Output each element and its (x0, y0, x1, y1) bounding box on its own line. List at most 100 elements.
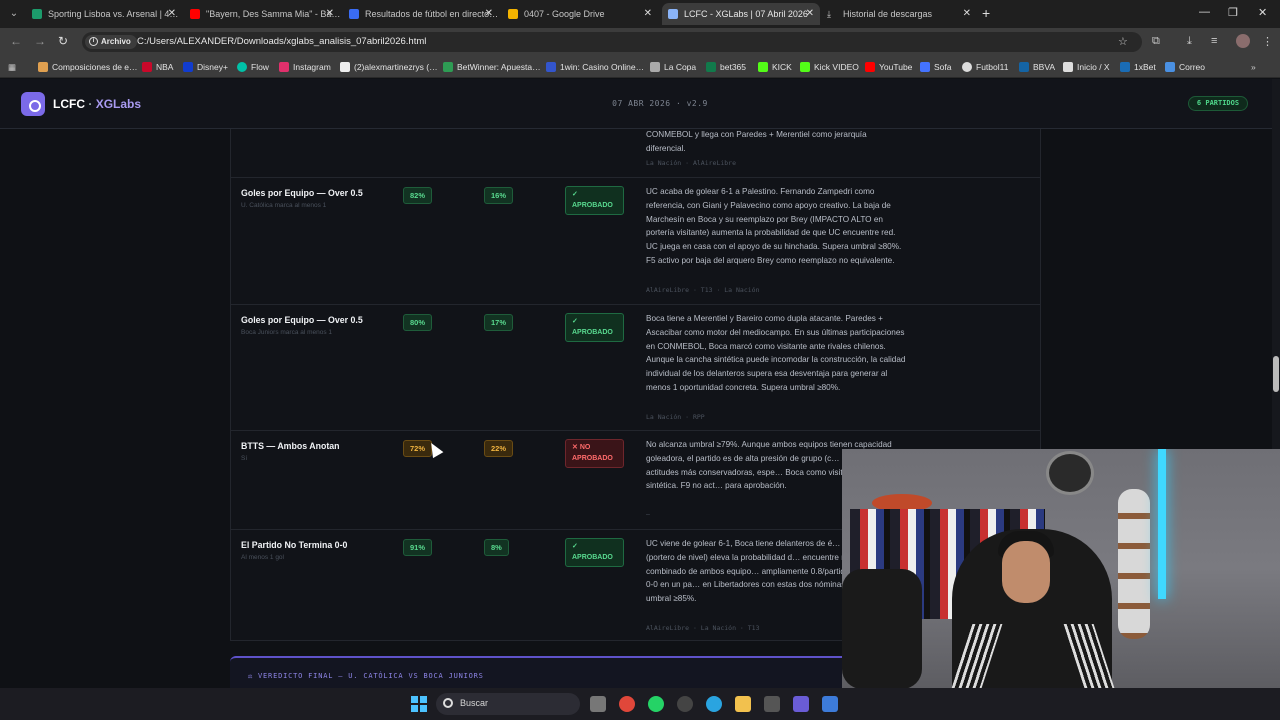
new-tab-button[interactable]: + (982, 5, 990, 21)
app-icon[interactable] (793, 696, 809, 712)
bookmark-item[interactable]: Futbol11 (962, 61, 1008, 73)
bookmark-item[interactable]: Instagram (279, 61, 331, 73)
nba-icon (142, 62, 152, 72)
bookmark-label: Sofa (934, 62, 952, 72)
bookmark-label: Kick VIDEO (814, 62, 859, 72)
tab-search-icon[interactable]: ⌄ (6, 6, 22, 22)
tab-groups-icon[interactable]: ≡ (1211, 35, 1217, 47)
bet365-icon (706, 62, 716, 72)
browser-tab[interactable]: Sporting Lisboa vs. Arsenal | 4… ✕ (26, 3, 182, 25)
apps-grid-icon[interactable]: ▦ (8, 61, 16, 73)
instagram-icon (279, 62, 289, 72)
extensions-icon[interactable]: ⧉ (1152, 35, 1160, 48)
bookmark-item[interactable]: YouTube (865, 61, 912, 73)
omnibox[interactable]: i Archivo C:/Users/ALEXANDER/Downloads/x… (82, 32, 1142, 52)
minimize-icon[interactable]: — (1199, 6, 1210, 18)
forward-icon[interactable]: → (34, 34, 46, 48)
bookmark-item[interactable]: BBVA (1019, 61, 1055, 73)
market-row: Goles por Equipo — Over 0.5 U. Católica … (231, 177, 1040, 304)
sources-text: AlAireLibre · La Nación · T13 (646, 624, 760, 632)
verdict-badge: ✓ APROBADO (565, 186, 624, 215)
bookmark-label: BetWinner: Apuesta… (457, 62, 541, 72)
file-explorer-icon[interactable] (735, 696, 751, 712)
market-row: Goles por Equipo — Over 0.5 Boca Juniors… (231, 304, 1040, 430)
bookmark-label: KICK (772, 62, 792, 72)
bookmark-item[interactable]: Inicio / X (1063, 61, 1110, 73)
obs-icon[interactable] (677, 696, 693, 712)
bookmark-label: (2)alexmartinezrys (… (354, 62, 438, 72)
bookmark-item[interactable]: bet365 (706, 61, 746, 73)
url-text[interactable]: C:/Users/ALEXANDER/Downloads/xglabs_anal… (137, 35, 426, 49)
maximize-icon[interactable]: ❐ (1228, 6, 1238, 19)
profile-avatar[interactable] (1236, 34, 1250, 48)
tab-title: Resultados de fútbol en directo… (365, 9, 499, 19)
x-icon (1063, 62, 1073, 72)
bookmark-item[interactable]: KICK (758, 61, 792, 73)
windows-start-icon[interactable] (411, 696, 427, 712)
probability-pill: 82% (403, 187, 433, 204)
close-icon[interactable]: ✕ (806, 3, 814, 25)
bookmark-star-icon[interactable]: ☆ (1118, 35, 1128, 48)
downloads-icon[interactable]: ⤓ (1187, 35, 1192, 48)
onewin-icon (546, 62, 556, 72)
flow-icon (237, 62, 247, 72)
browser-tab-active[interactable]: LCFC - XGLabs | 07 Abril 2026 ✕ (662, 3, 820, 25)
close-icon[interactable]: ✕ (644, 3, 652, 25)
bookmark-label: Futbol11 (976, 62, 1009, 72)
sofascore-icon (920, 62, 930, 72)
reload-icon[interactable]: ↻ (58, 34, 68, 48)
kick-video-icon (800, 62, 810, 72)
telegram-icon[interactable] (706, 696, 722, 712)
bookmark-item[interactable]: 1xBet (1120, 61, 1156, 73)
bookmark-item[interactable]: Disney+ (183, 61, 228, 73)
search-icon (443, 698, 453, 708)
check-icon: ✓ (572, 318, 578, 325)
bookmark-item[interactable]: NBA (142, 61, 173, 73)
bookmark-item[interactable]: Correo (1165, 61, 1205, 73)
verdict-label: APROBADO (572, 554, 613, 561)
calculator-icon[interactable] (822, 696, 838, 712)
bookmark-item[interactable]: Composiciones de e… (38, 61, 138, 73)
bookmark-item[interactable]: La Copa (650, 61, 696, 73)
bookmark-item[interactable]: 1win: Casino Online… (546, 61, 644, 73)
bookmark-label: Correo (1179, 62, 1205, 72)
menu-icon[interactable]: ⋮ (1262, 35, 1273, 48)
close-icon[interactable]: ✕ (485, 3, 493, 25)
browser-tab[interactable]: ⤓ Historial de descargas ✕ (821, 3, 977, 25)
betwinner-icon (443, 62, 453, 72)
more-bookmarks-icon[interactable]: » (1251, 61, 1256, 73)
analysis-text: Boca tiene a Merentiel y Bareiro como du… (646, 314, 906, 392)
verdict-label: NO APROBADO (572, 444, 613, 462)
chrome-icon[interactable] (619, 696, 635, 712)
capture-icon[interactable] (764, 696, 780, 712)
counter-probability-pill: 16% (484, 187, 514, 204)
tab-favicon-icon (349, 9, 359, 19)
bookmark-item[interactable]: Flow (237, 61, 269, 73)
whatsapp-icon[interactable] (648, 696, 664, 712)
check-icon: ✓ (572, 543, 578, 550)
tab-title: Historial de descargas (843, 9, 933, 19)
bookmark-item[interactable]: (2)alexmartinezrys (… (340, 61, 438, 73)
analysis-text: CONMEBOL y llega con Paredes + Merentiel… (646, 130, 867, 153)
browser-tab[interactable]: Resultados de fútbol en directo… ✕ (343, 3, 499, 25)
browser-tab[interactable]: "Bayern, Des Samma Mia" - Ba… ✕ (184, 3, 340, 25)
browser-tab[interactable]: 0407 - Google Drive ✕ (502, 3, 658, 25)
market-title: BTTS — Ambos Anotan (241, 441, 340, 451)
close-icon[interactable]: ✕ (326, 3, 334, 25)
scrollbar-thumb[interactable] (1273, 356, 1279, 392)
taskbar-search[interactable]: Buscar (436, 693, 580, 715)
bookmark-item[interactable]: Kick VIDEO (800, 61, 859, 73)
close-icon[interactable]: ✕ (963, 3, 971, 25)
bookmark-label: Disney+ (197, 62, 228, 72)
site-info-chip[interactable]: i Archivo (85, 35, 137, 49)
back-icon[interactable]: ← (10, 34, 22, 48)
task-view-icon[interactable] (590, 696, 606, 712)
close-icon[interactable]: ✕ (168, 3, 176, 25)
verdict-label: APROBADO (572, 329, 613, 336)
window-close-icon[interactable]: ✕ (1258, 6, 1267, 19)
bookmark-item[interactable]: BetWinner: Apuesta… (443, 61, 541, 73)
probability-pill: 80% (403, 314, 433, 331)
streamer-face (1002, 541, 1050, 603)
bookmark-item[interactable]: Sofa (920, 61, 952, 73)
tab-favicon-icon (190, 9, 200, 19)
